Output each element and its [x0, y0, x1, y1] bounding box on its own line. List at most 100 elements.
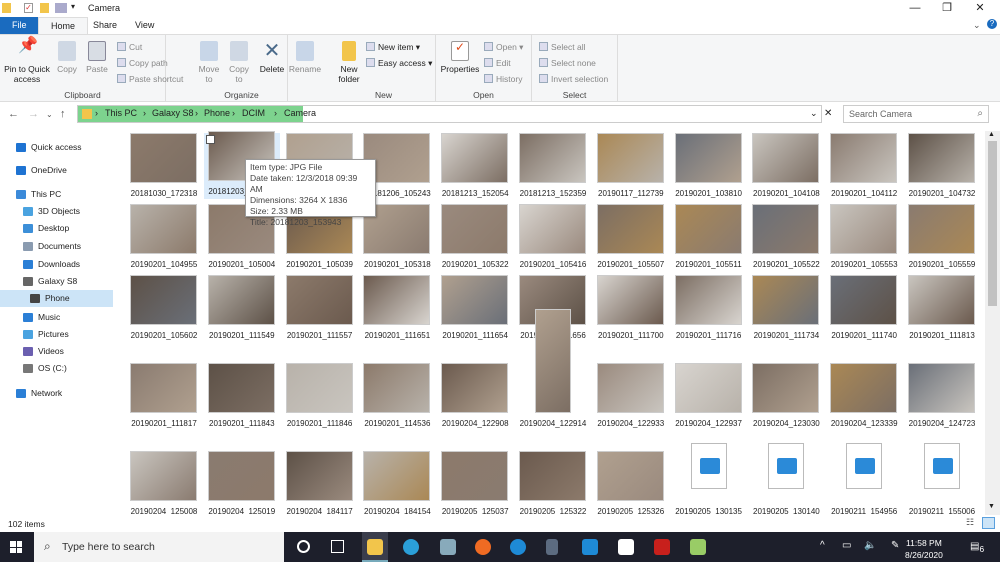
- file-item[interactable]: 20190201_111654: [437, 275, 513, 343]
- file-item[interactable]: 20190201_105559: [904, 204, 980, 272]
- new-folder-quick-icon[interactable]: [40, 3, 49, 13]
- file-item[interactable]: 20190201_111716: [671, 275, 747, 343]
- file-item[interactable]: 20190201_104112: [826, 133, 902, 201]
- breadcrumb-this-pc[interactable]: This PC: [105, 108, 137, 118]
- app-icon[interactable]: [510, 539, 526, 555]
- history-button[interactable]: History: [484, 74, 522, 84]
- firefox-icon[interactable]: [475, 539, 491, 555]
- sidebar-item-galaxy-s8[interactable]: Galaxy S8: [0, 273, 113, 290]
- search-input[interactable]: Search Camera ⌕: [843, 105, 989, 123]
- file-item[interactable]: 20181213_152359: [515, 133, 591, 201]
- up-arrow-icon[interactable]: ↑: [60, 108, 66, 120]
- rename-quick-icon[interactable]: [55, 3, 67, 13]
- expand-ribbon-icon[interactable]: ⌄: [973, 20, 981, 31]
- pen-icon[interactable]: ✎: [891, 540, 899, 551]
- file-item[interactable]: 20190201_111557: [282, 275, 358, 343]
- forward-arrow-icon[interactable]: →: [28, 108, 39, 120]
- network-icon[interactable]: ▭: [842, 540, 851, 551]
- sidebar-item-music[interactable]: Music: [0, 309, 113, 326]
- paste-button[interactable]: Paste: [84, 35, 110, 74]
- sidebar-item-phone[interactable]: Phone: [0, 290, 113, 307]
- tab-share[interactable]: Share: [81, 17, 129, 34]
- file-item[interactable]: 20190201_103810: [671, 133, 747, 201]
- file-item[interactable]: 20190204_184154: [359, 451, 435, 515]
- taskbar-search-input[interactable]: ⌕ Type here to search: [34, 532, 284, 562]
- file-item[interactable]: 20190204_122933: [593, 350, 669, 431]
- properties-button[interactable]: ✓ Properties: [440, 35, 480, 74]
- file-item[interactable]: 20190205_125326: [593, 451, 669, 515]
- file-item[interactable]: 20190201_105416: [515, 204, 591, 272]
- move-to-button[interactable]: Move to: [196, 35, 222, 84]
- file-item[interactable]: 20190205_130135: [671, 443, 747, 515]
- scroll-down-icon[interactable]: ▼: [988, 503, 995, 510]
- delete-button[interactable]: ✕ Delete: [258, 35, 286, 74]
- edge-icon[interactable]: [403, 539, 419, 555]
- paint-icon[interactable]: [440, 539, 456, 555]
- file-item[interactable]: 20190205_125322: [515, 451, 591, 515]
- easy-access-button[interactable]: Easy access ▾: [366, 58, 432, 69]
- file-item[interactable]: 20190117_112739: [593, 133, 669, 201]
- select-all-button[interactable]: Select all: [539, 42, 586, 52]
- file-item[interactable]: 20190201_104108: [748, 133, 824, 201]
- file-item[interactable]: 20190201_105602: [126, 275, 202, 343]
- edit-button[interactable]: Edit: [484, 58, 511, 68]
- file-explorer-taskbar-button[interactable]: [362, 532, 388, 562]
- sidebar-item-this-pc[interactable]: This PC: [0, 186, 113, 203]
- tab-file[interactable]: File: [0, 17, 38, 34]
- maximize-button[interactable]: ❐: [932, 0, 962, 17]
- file-item[interactable]: 20190204_122914: [515, 309, 591, 431]
- breadcrumb-dcim[interactable]: DCIM: [242, 108, 265, 118]
- sidebar-item-os-c[interactable]: OS (C:): [0, 360, 113, 377]
- show-hidden-icons-icon[interactable]: ^: [820, 540, 825, 551]
- sidebar-item-network[interactable]: Network: [0, 385, 113, 402]
- sidebar-item-videos[interactable]: Videos: [0, 343, 113, 360]
- file-item[interactable]: 20190201_111843: [204, 350, 280, 431]
- mail-icon[interactable]: [582, 539, 598, 555]
- minimize-button[interactable]: —: [900, 0, 930, 17]
- copy-path-button[interactable]: Copy path: [117, 58, 168, 68]
- breadcrumb-phone[interactable]: Phone: [204, 108, 230, 118]
- file-item[interactable]: 20190201_111846: [282, 350, 358, 431]
- file-item[interactable]: 20190201_105522: [748, 204, 824, 272]
- app-icon[interactable]: [690, 539, 706, 555]
- recent-locations-icon[interactable]: ⌄: [46, 110, 53, 119]
- file-item[interactable]: 20190201_105553: [826, 204, 902, 272]
- address-path[interactable]: › This PC › Galaxy S8 › Phone › DCIM › C…: [77, 105, 822, 123]
- sidebar-item-documents[interactable]: Documents: [0, 238, 113, 255]
- file-item[interactable]: 20190201_111813: [904, 275, 980, 343]
- scrollbar-thumb[interactable]: [988, 141, 997, 306]
- customize-quick-access-icon[interactable]: ▾: [71, 2, 75, 11]
- acrobat-icon[interactable]: [654, 539, 670, 555]
- sidebar-item-onedrive[interactable]: OneDrive: [0, 162, 113, 179]
- file-item[interactable]: 20190201_105511: [671, 204, 747, 272]
- tab-view[interactable]: View: [123, 17, 166, 34]
- file-item[interactable]: 20190204_122908: [437, 350, 513, 431]
- copy-to-button[interactable]: Copy to: [226, 35, 252, 84]
- file-item[interactable]: 20190205_130140: [748, 443, 824, 515]
- large-icons-view-icon[interactable]: [982, 517, 995, 529]
- sidebar-item-3d-objects[interactable]: 3D Objects: [0, 203, 113, 220]
- rename-button[interactable]: Rename: [288, 35, 322, 74]
- file-item[interactable]: 20190201_105507: [593, 204, 669, 272]
- file-item[interactable]: 20190201_104955: [126, 204, 202, 272]
- copy-button[interactable]: Copy: [54, 35, 80, 74]
- select-checkbox[interactable]: [205, 135, 215, 144]
- file-item[interactable]: 20190201_111549: [204, 275, 280, 343]
- cortana-icon[interactable]: [297, 540, 310, 553]
- file-item[interactable]: 20190201_105322: [437, 204, 513, 272]
- file-item[interactable]: 20190201_111700: [593, 275, 669, 343]
- file-item[interactable]: 20190211_154956: [826, 443, 902, 515]
- open-button[interactable]: Open ▾: [484, 42, 523, 53]
- back-arrow-icon[interactable]: ←: [8, 108, 19, 120]
- store-icon[interactable]: [618, 539, 634, 555]
- file-item[interactable]: 20190201_104732: [904, 133, 980, 201]
- sidebar-item-desktop[interactable]: Desktop: [0, 220, 113, 237]
- windows-start-icon[interactable]: [10, 541, 22, 553]
- scroll-up-icon[interactable]: ▲: [988, 131, 995, 138]
- new-item-button[interactable]: New item ▾: [366, 42, 420, 53]
- file-item[interactable]: 20190201_114536: [359, 350, 435, 431]
- file-item[interactable]: 20190201_111817: [126, 350, 202, 431]
- breadcrumb-camera[interactable]: Camera: [284, 108, 316, 118]
- file-item[interactable]: 20190204_123339: [826, 350, 902, 431]
- cut-button[interactable]: Cut: [117, 42, 142, 52]
